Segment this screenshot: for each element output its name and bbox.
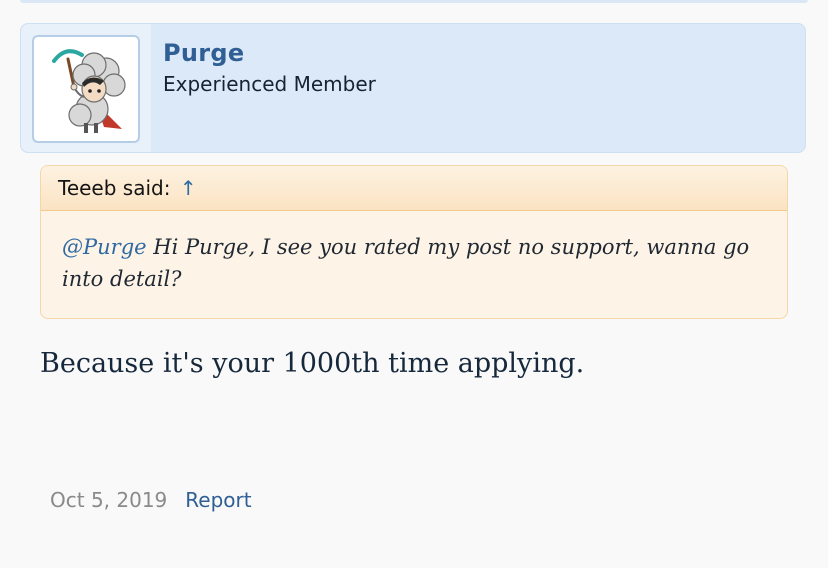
quote-header: Teeeb said: ↑ — [41, 166, 787, 211]
user-card: Purge Experienced Member — [20, 23, 806, 153]
sheep-avatar-icon — [52, 49, 126, 133]
quote-attribution[interactable]: Teeeb said: — [58, 176, 170, 200]
post-divider — [20, 0, 808, 3]
user-title: Experienced Member — [163, 72, 376, 96]
post-date[interactable]: Oct 5, 2019 — [50, 488, 167, 512]
jump-to-post-icon[interactable]: ↑ — [180, 176, 197, 200]
quote-content: @Purge Hi Purge, I see you rated my post… — [41, 211, 787, 295]
report-link[interactable]: Report — [185, 488, 251, 512]
avatar[interactable] — [32, 35, 140, 143]
quote-text: Hi Purge, I see you rated my post no sup… — [62, 235, 750, 291]
post-message: Because it's your 1000th time applying. — [40, 348, 585, 379]
post-footer: Oct 5, 2019 Report — [50, 488, 252, 512]
mention-link[interactable]: @Purge — [62, 235, 147, 259]
quote-block: Teeeb said: ↑ @Purge Hi Purge, I see you… — [40, 165, 788, 319]
username-link[interactable]: Purge — [163, 39, 244, 67]
avatar-cell — [21, 24, 151, 152]
